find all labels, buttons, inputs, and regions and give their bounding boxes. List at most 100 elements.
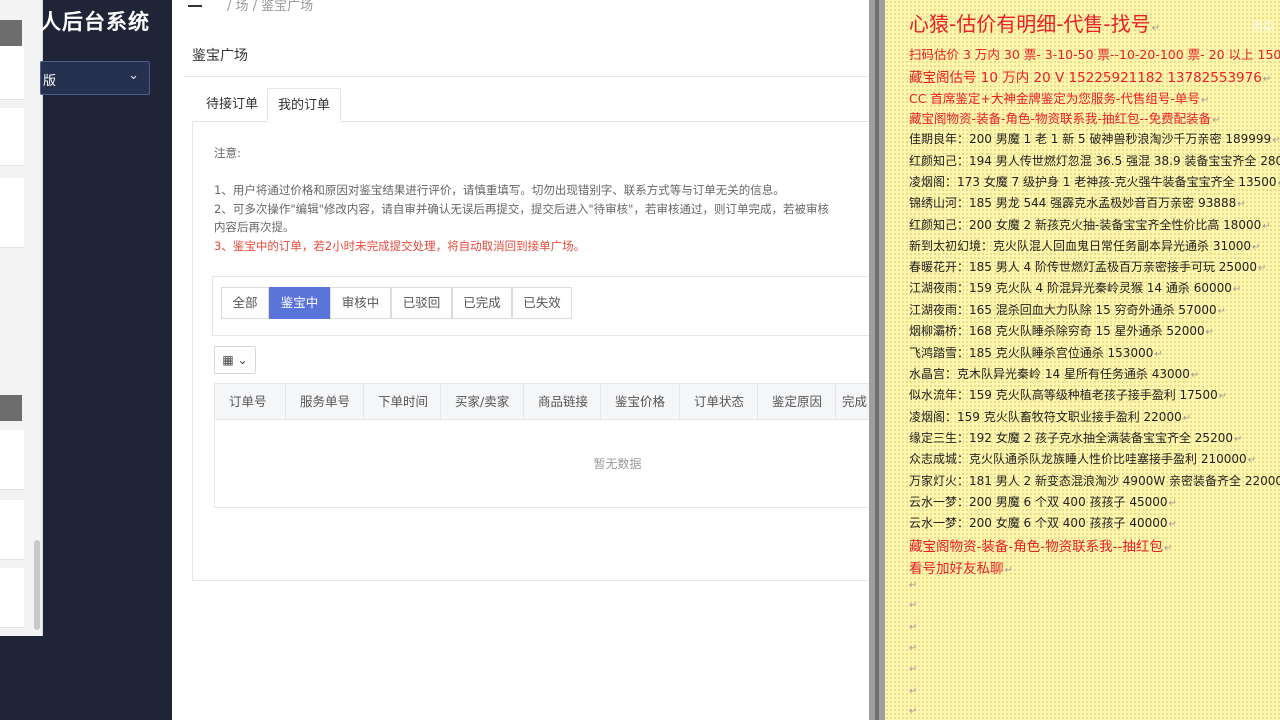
notes-line: 凌烟阁：159 克火队畜牧符文职业接手盈利 22000↵	[909, 408, 1191, 425]
filter-appraising-button[interactable]: 鉴宝中	[269, 287, 330, 319]
fragment-block	[0, 40, 24, 100]
table-body: 暂无数据	[214, 419, 869, 508]
paragraph-return-icon: ↵	[1168, 498, 1177, 509]
paragraph-return-icon: ↵	[1168, 519, 1177, 530]
notes-line: 新到太初幻境：克火队混人回血鬼日常任务副本异光通杀 31000↵	[909, 237, 1260, 254]
paragraph-return-icon: ↵	[1237, 199, 1246, 210]
notes-line: 藏宝阁物资-装备-角色-物资联系我--抽红包↵	[909, 535, 1172, 555]
notes-line-text: 红颜知己：200 女魔 2 新孩克火抽-装备宝宝齐全性价比高 18000	[909, 218, 1262, 232]
notes-line: 似水流年：159 克火队高等级种植老孩子接手盈利 17500↵	[909, 386, 1227, 403]
paragraph-return-icon: ↵	[909, 686, 918, 697]
column-toggle-button[interactable]: ▦ ⌄	[214, 346, 256, 374]
notes-line-text: 万家灯火：181 男人 2 新变态混浪淘沙 4900W 亲密装备齐全 22000…	[909, 474, 1280, 488]
notes-line: 藏宝阁估号 10 万内 20 V 15225921182 13782553976…	[909, 66, 1271, 86]
notice-line: 1、用户将通过价格和原因对鉴宝结果进行评价，请慎重填写。切勿出现错别字、联系方式…	[214, 183, 785, 197]
paragraph-return-icon: ↵	[1163, 543, 1173, 554]
fragment-block	[0, 568, 24, 628]
notes-line-text: 缘定三生：192 女魔 2 孩子克水抽全满装备宝宝齐全 25200	[909, 431, 1233, 445]
paragraph-return-icon: ↵	[909, 622, 918, 633]
system-title: 人后台系统	[40, 10, 150, 34]
notes-line: 凌烟阁：173 女魔 7 级护身 1 老神孩-克火强牛装备宝宝齐全 13500↵	[909, 173, 1280, 190]
system-select[interactable]: 版 ⌄	[40, 61, 150, 95]
tab-my-orders[interactable]: 我的订单	[267, 88, 341, 122]
notes-line: 江湖夜雨：159 克火队 4 阶混异光秦岭灵猴 14 通杀 60000↵	[909, 279, 1241, 296]
window-splitter[interactable]	[869, 0, 885, 720]
filter-expired-button[interactable]: 已失效	[512, 287, 572, 319]
paragraph-return-icon: ↵	[1217, 306, 1226, 317]
notes-line-text: 水晶宫：克木队异光秦岭 14 星所有任务通杀 43000	[909, 367, 1190, 381]
menu-toggle-icon[interactable]	[188, 0, 202, 7]
paragraph-return-icon: ↵	[1200, 95, 1210, 106]
notes-line: 江湖夜雨：165 混杀回血大力队除 15 穷奇外通杀 57000↵	[909, 301, 1226, 318]
filter-completed-button[interactable]: 已完成	[452, 287, 512, 319]
notes-line: 飞鸿踏雪：185 克火队睡杀宫位通杀 153000↵	[909, 344, 1163, 361]
notes-line: 藏宝阁物资-装备-角色-物资联系我-抽红包--免费配装备↵	[909, 108, 1220, 127]
filter-rejected-button[interactable]: 已驳回	[391, 287, 452, 319]
paragraph-return-icon: ↵	[909, 600, 918, 611]
top-bar: / 场 / 鉴宝广场	[172, 0, 869, 16]
notes-line: 缘定三生：192 女魔 2 孩子克水抽全满装备宝宝齐全 25200↵	[909, 429, 1242, 446]
notes-line: 云水一梦：200 男魔 6 个双 400 孩孩子 45000↵	[909, 493, 1177, 510]
paragraph-return-icon: ↵	[1272, 135, 1280, 146]
breadcrumb: / 场 / 鉴宝广场	[227, 0, 314, 14]
column-header: 订单号	[215, 384, 286, 419]
notes-line: 扫码估价 3 万内 30 票- 3-10-50 票--10-20-100 票- …	[909, 44, 1280, 63]
overlapping-window-fragment	[0, 0, 43, 636]
screen: 人后台系统 版 ⌄ / 场 / 鉴宝广场 鉴宝广场 待接订单 我的订单 注意: …	[0, 0, 1280, 720]
empty-state-text: 暂无数据	[593, 457, 642, 471]
paragraph-return-icon: ↵	[1262, 74, 1272, 85]
paragraph-return-icon: ↵	[909, 643, 918, 654]
notes-line-text: 江湖夜雨：159 克火队 4 阶混异光秦岭灵猴 14 通杀 60000	[909, 281, 1232, 295]
column-header: 鉴定原因	[758, 384, 836, 419]
column-header: 商品链接	[524, 384, 601, 419]
paragraph-return-icon: ↵	[1218, 391, 1228, 402]
notes-line: CC 首席鉴定+大神金牌鉴定为您服务-代售组号-单号↵	[909, 88, 1209, 107]
system-select-value: 版	[43, 74, 57, 89]
notes-line-text: 藏宝阁估号 10 万内 20 V 15225921182 13782553976	[909, 70, 1262, 86]
notes-line-text: 佳期良年：200 男魔 1 老 1 新 5 破神兽秒浪淘沙千万亲密 189999	[909, 132, 1272, 146]
notes-line-text: 新到太初幻境：克火队混人回血鬼日常任务副本异光通杀 31000	[909, 239, 1251, 253]
notes-document: 西瓜 心猿-估价有明细-代售-找号↵ 扫码估价 3 万内 30 票- 3-10-5…	[885, 0, 1280, 720]
notes-line: 春暖花开：185 男人 4 阶传世燃灯孟极百万亲密接手可玩 25000↵	[909, 258, 1266, 275]
notice-title: 注意:	[214, 146, 241, 160]
notes-line: 众志成城：克火队通杀队龙族睡人性价比哇塞接手盈利 210000↵	[909, 450, 1256, 467]
notes-line-text: 看号加好友私聊	[909, 561, 1004, 577]
fragment-block	[0, 108, 24, 166]
notes-line-text: 藏宝阁物资-装备-角色-物资联系我--抽红包	[909, 539, 1163, 555]
column-header: 下单时间	[364, 384, 441, 419]
notes-line-text: 云水一梦：200 男魔 6 个双 400 孩孩子 45000	[909, 495, 1168, 509]
notes-line: 佳期良年：200 男魔 1 老 1 新 5 破神兽秒浪淘沙千万亲密 189999…	[909, 130, 1280, 147]
paragraph-return-icon: ↵	[1257, 263, 1267, 274]
paragraph-return-icon: ↵	[1212, 115, 1221, 126]
notes-line-text: 扫码估价 3 万内 30 票- 3-10-50 票--10-20-100 票- …	[909, 47, 1280, 62]
notes-line-text: 江湖夜雨：165 混杀回血大力队除 15 穷奇外通杀 57000	[909, 303, 1217, 317]
watermark: 西瓜	[1252, 20, 1274, 33]
notes-line: 红颜知己：194 男人传世燃灯忽混 36.5 强混 38.9 装备宝宝齐全 28…	[909, 152, 1280, 169]
chevron-down-icon: ⌄	[128, 68, 139, 83]
notes-line: 云水一梦：200 女魔 6 个双 400 孩孩子 40000↵	[909, 514, 1177, 531]
table-header: 订单号 服务单号 下单时间 买家/卖家 商品链接 鉴宝价格 订单状态 鉴定原因 …	[214, 383, 869, 420]
sidebar: 人后台系统 版 ⌄	[0, 0, 172, 720]
scrollbar-thumb[interactable]	[34, 540, 40, 630]
notes-line: 万家灯火：181 男人 2 新变态混浪淘沙 4900W 亲密装备齐全 22000…	[909, 472, 1280, 489]
column-header: 买家/卖家	[441, 384, 524, 419]
notes-line: 烟柳灞桥：168 克火队睡杀除穷奇 15 星外通杀 52000↵	[909, 322, 1214, 339]
notice-line: 内容后再次提。	[214, 220, 295, 234]
notes-line: 心猿-估价有明细-代售-找号↵	[909, 8, 1160, 37]
tab-pending-orders[interactable]: 待接订单	[196, 88, 268, 122]
paragraph-return-icon: ↵	[1232, 284, 1242, 295]
divider	[184, 76, 869, 77]
notice-warning: 3、鉴宝中的订单，若2小时未完成提交处理，将自动取消回到接单广场。	[214, 239, 586, 253]
notes-line-text: 春暖花开：185 男人 4 阶传世燃灯孟极百万亲密接手可玩 25000	[909, 260, 1257, 274]
notes-line: 看号加好友私聊↵	[909, 557, 1013, 577]
filter-all-button[interactable]: 全部	[221, 287, 269, 319]
paragraph-return-icon: ↵	[909, 580, 918, 591]
notes-line-text: 烟柳灞桥：168 克火队睡杀除穷奇 15 星外通杀 52000	[909, 324, 1205, 338]
paragraph-return-icon: ↵	[909, 706, 918, 717]
notes-line-text: 众志成城：克火队通杀队龙族睡人性价比哇塞接手盈利 210000	[909, 452, 1247, 466]
paragraph-return-icon: ↵	[1252, 242, 1261, 253]
column-header: 订单状态	[680, 384, 758, 419]
filter-reviewing-button[interactable]: 审核中	[330, 287, 391, 319]
main-content: / 场 / 鉴宝广场 鉴宝广场 待接订单 我的订单 注意: 1、用户将通过价格和…	[172, 0, 869, 720]
column-header: 服务单号	[286, 384, 364, 419]
